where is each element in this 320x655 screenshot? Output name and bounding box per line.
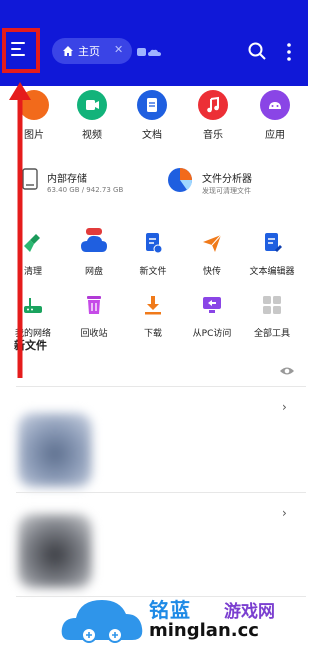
category-images[interactable]: 图片 bbox=[8, 90, 60, 141]
category-documents[interactable]: 文档 bbox=[126, 90, 178, 141]
cloud-icon[interactable] bbox=[137, 46, 163, 58]
chevron-right-icon[interactable]: › bbox=[282, 506, 287, 520]
tool-cleaner-label: 清理 bbox=[23, 267, 42, 277]
android-app-icon bbox=[260, 90, 290, 120]
divider bbox=[16, 492, 306, 493]
watermark-brand: 铭蓝 bbox=[149, 598, 191, 622]
watermark-suffix: 游戏网 bbox=[224, 602, 275, 622]
tool-all-tools[interactable]: 全部工具 bbox=[243, 294, 301, 339]
divider bbox=[16, 386, 306, 387]
send-icon bbox=[203, 234, 222, 252]
top-app-bar: 主页 ✕ bbox=[0, 0, 308, 86]
tool-downloads[interactable]: 下载 bbox=[124, 294, 182, 339]
tool-cloud-drive-label: 网盘 bbox=[84, 267, 103, 277]
tool-cleaner[interactable]: 清理 bbox=[4, 232, 62, 277]
new-file-icon bbox=[146, 233, 163, 254]
tool-new-files[interactable]: 新文件 bbox=[124, 232, 182, 277]
tool-all-tools-label: 全部工具 bbox=[253, 329, 290, 339]
image-icon bbox=[19, 90, 49, 120]
recent-files-title: 新文件 bbox=[14, 339, 47, 352]
chevron-right-icon[interactable]: › bbox=[282, 400, 287, 414]
file-analyzer-subtitle: 发现可清理文件 bbox=[202, 187, 251, 195]
tool-text-editor-label: 文本编辑器 bbox=[249, 267, 295, 277]
category-documents-label: 文档 bbox=[142, 130, 162, 141]
file-analyzer-title: 文件分析器 bbox=[202, 174, 252, 185]
pc-access-icon bbox=[203, 297, 221, 313]
category-videos[interactable]: 视频 bbox=[66, 90, 118, 141]
pie-chart-icon bbox=[168, 168, 193, 192]
category-music-label: 音乐 bbox=[203, 130, 223, 141]
tool-recycle-bin[interactable]: 回收站 bbox=[65, 294, 123, 339]
category-videos-label: 视频 bbox=[82, 130, 102, 141]
recycle-bin-icon bbox=[87, 296, 101, 314]
video-icon bbox=[77, 90, 107, 120]
network-icon bbox=[24, 298, 42, 313]
tab-home[interactable]: 主页 ✕ bbox=[52, 38, 132, 64]
tool-quick-send-label: 快传 bbox=[202, 267, 221, 277]
tool-quick-send[interactable]: 快传 bbox=[183, 232, 241, 277]
cloud-drive-icon bbox=[81, 228, 107, 252]
category-music[interactable]: 音乐 bbox=[187, 90, 239, 141]
watermark-logo bbox=[61, 600, 143, 643]
tool-recycle-bin-label: 回收站 bbox=[80, 329, 108, 339]
tab-home-label: 主页 bbox=[78, 45, 100, 58]
tab-close-icon[interactable]: ✕ bbox=[114, 43, 123, 56]
all-tools-icon bbox=[263, 296, 281, 314]
recent-file-thumbnail[interactable] bbox=[18, 514, 92, 588]
download-icon bbox=[145, 296, 161, 315]
tool-text-editor[interactable]: 文本编辑器 bbox=[243, 232, 301, 277]
tool-new-files-label: 新文件 bbox=[139, 267, 167, 277]
tool-my-network[interactable]: 我的网络 bbox=[4, 294, 62, 339]
internal-storage-title: 内部存储 bbox=[47, 174, 87, 185]
tool-pc-access[interactable]: 从PC访问 bbox=[183, 294, 241, 339]
music-icon bbox=[198, 90, 228, 120]
search-icon[interactable] bbox=[247, 41, 267, 61]
category-apps-label: 应用 bbox=[265, 130, 285, 141]
eye-icon[interactable] bbox=[279, 365, 295, 377]
internal-storage-usage: 63.40 GB / 942.73 GB bbox=[47, 186, 124, 194]
recent-file-thumbnail[interactable] bbox=[18, 413, 92, 487]
document-icon bbox=[137, 90, 167, 120]
storage-icon bbox=[22, 168, 38, 190]
tool-downloads-label: 下载 bbox=[143, 329, 162, 339]
tool-pc-access-label: 从PC访问 bbox=[192, 329, 232, 339]
category-images-label: 图片 bbox=[24, 130, 44, 141]
category-apps[interactable]: 应用 bbox=[249, 90, 301, 141]
broom-icon bbox=[24, 234, 40, 252]
tool-cloud-drive[interactable]: 网盘 bbox=[65, 228, 123, 277]
annotation-highlight-box bbox=[2, 28, 40, 73]
watermark-domain: minglan.cc bbox=[149, 620, 259, 641]
text-editor-icon bbox=[265, 233, 282, 252]
home-icon bbox=[63, 46, 73, 56]
more-options-icon[interactable] bbox=[286, 42, 292, 62]
